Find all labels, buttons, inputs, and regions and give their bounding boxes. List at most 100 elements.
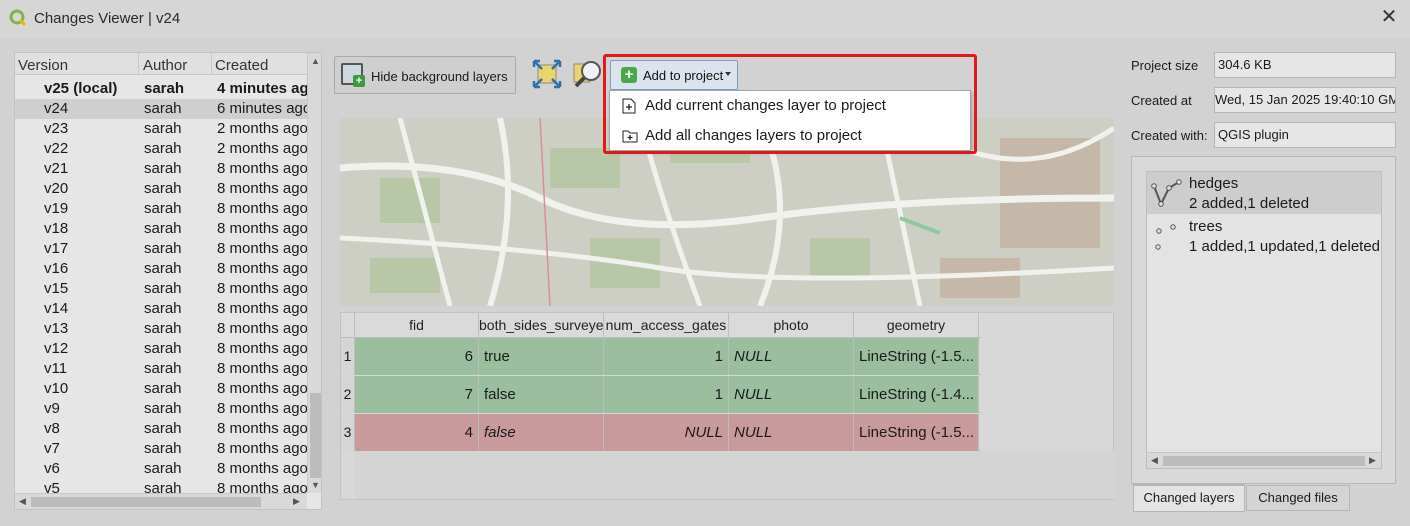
version-row[interactable]: v11 sarah 8 months ago [15, 359, 307, 379]
version-cell-version: v11 [44, 360, 68, 377]
version-row[interactable]: v23 sarah 2 months ago [15, 119, 307, 139]
version-row[interactable]: v16 sarah 8 months ago [15, 259, 307, 279]
cell-both-sides-surveyed[interactable]: false [479, 414, 604, 451]
column-num-access-gates[interactable]: num_access_gates [604, 313, 729, 338]
version-cell-created: 2 months ago [217, 120, 307, 137]
layer-name: trees [1189, 218, 1223, 235]
cell-geometry[interactable]: LineString (-1.5... [854, 338, 979, 375]
version-cell-author: sarah [144, 440, 182, 457]
column-fid[interactable]: fid [355, 313, 479, 338]
scroll-left-icon[interactable]: ◀ [19, 496, 26, 507]
scroll-thumb[interactable] [1163, 456, 1365, 466]
cell-num-access-gates[interactable]: 1 [604, 376, 729, 413]
version-cell-created: 8 months ago [217, 380, 307, 397]
cell-photo[interactable]: NULL [729, 414, 854, 451]
version-cell-author: sarah [144, 220, 182, 237]
qgis-logo-icon [9, 9, 27, 27]
version-row[interactable]: v6 sarah 8 months ago [15, 459, 307, 479]
version-cell-author: sarah [144, 100, 182, 117]
scroll-right-icon[interactable]: ▶ [293, 496, 300, 507]
zoom-full-icon[interactable] [531, 58, 563, 90]
version-row[interactable]: v9 sarah 8 months ago [15, 399, 307, 419]
changed-layers-panel: hedges 2 added,1 deleted trees 1 added,1… [1131, 156, 1396, 484]
column-geometry[interactable]: geometry [854, 313, 979, 338]
created-with-field: QGIS plugin [1214, 122, 1396, 148]
version-row[interactable]: v10 sarah 8 months ago [15, 379, 307, 399]
add-to-project-button[interactable]: + Add to project [610, 60, 738, 90]
cell-fid[interactable]: 4 [355, 414, 479, 451]
cell-both-sides-surveyed[interactable]: false [479, 376, 604, 413]
row-number[interactable]: 3 [341, 414, 355, 451]
attribute-table[interactable]: fid both_sides_surveyed num_access_gates… [340, 312, 1115, 500]
row-number[interactable]: 1 [341, 338, 355, 375]
version-cell-created: 8 months ago [217, 460, 307, 477]
version-cell-version: v22 [44, 140, 69, 157]
scroll-thumb[interactable] [31, 497, 261, 507]
version-cell-version: v18 [44, 220, 69, 237]
version-cell-created: 8 months ago [217, 220, 307, 237]
version-row[interactable]: v25 (local) sarah 4 minutes ago [15, 79, 307, 99]
column-author[interactable]: Author [143, 57, 187, 74]
tab-changed-layers[interactable]: Changed layers [1133, 484, 1245, 512]
cell-fid[interactable]: 6 [355, 338, 479, 375]
table-row[interactable]: 1 6 true 1 NULL LineString (-1.5... [341, 338, 981, 375]
version-row[interactable]: v24 sarah 6 minutes ago [15, 99, 307, 119]
scroll-thumb[interactable] [310, 393, 321, 478]
cell-num-access-gates[interactable]: NULL [604, 414, 729, 451]
version-cell-version: v6 [44, 460, 60, 477]
version-row[interactable]: v18 sarah 8 months ago [15, 219, 307, 239]
version-row[interactable]: v8 sarah 8 months ago [15, 419, 307, 439]
version-row[interactable]: v17 sarah 8 months ago [15, 239, 307, 259]
cell-both-sides-surveyed[interactable]: true [479, 338, 604, 375]
close-icon[interactable]: ✕ [1379, 6, 1399, 28]
scroll-right-icon[interactable]: ▶ [1369, 455, 1376, 466]
menu-item-add-current-layer[interactable]: Add current changes layer to project [610, 91, 970, 121]
version-cell-created: 8 months ago [217, 240, 307, 257]
tab-changed-files[interactable]: Changed files [1246, 485, 1350, 511]
version-row[interactable]: v12 sarah 8 months ago [15, 339, 307, 359]
version-list-hscrollbar[interactable]: ◀ ▶ [15, 493, 307, 509]
version-list-vscrollbar[interactable]: ▲ ▼ [307, 53, 321, 493]
cell-fid[interactable]: 7 [355, 376, 479, 413]
column-created[interactable]: Created [215, 57, 268, 74]
scroll-left-icon[interactable]: ◀ [1151, 455, 1158, 466]
attribute-table-header: fid both_sides_surveyed num_access_gates… [341, 313, 981, 338]
cell-photo[interactable]: NULL [729, 338, 854, 375]
cell-geometry[interactable]: LineString (-1.4... [854, 376, 979, 413]
version-row[interactable]: v15 sarah 8 months ago [15, 279, 307, 299]
version-row[interactable]: v20 sarah 8 months ago [15, 179, 307, 199]
scroll-up-icon[interactable]: ▲ [311, 56, 320, 66]
version-row[interactable]: v13 sarah 8 months ago [15, 319, 307, 339]
layers-hscrollbar[interactable]: ◀ ▶ [1147, 452, 1381, 468]
version-row[interactable]: v7 sarah 8 months ago [15, 439, 307, 459]
version-rows: v25 (local) sarah 4 minutes ago v24 sarah 6 m… [15, 79, 307, 499]
version-row[interactable]: v14 sarah 8 months ago [15, 299, 307, 319]
list-item-hedges[interactable]: hedges 2 added,1 deleted [1147, 172, 1381, 214]
row-number[interactable]: 2 [341, 376, 355, 413]
version-cell-author: sarah [144, 300, 182, 317]
version-cell-version: v19 [44, 200, 69, 217]
version-row[interactable]: v19 sarah 8 months ago [15, 199, 307, 219]
version-cell-version: v17 [44, 240, 69, 257]
changed-layers-list[interactable]: hedges 2 added,1 deleted trees 1 added,1… [1146, 171, 1382, 469]
column-photo[interactable]: photo [729, 313, 854, 338]
version-cell-version: v24 [44, 100, 69, 117]
version-row[interactable]: v21 sarah 8 months ago [15, 159, 307, 179]
table-row[interactable]: 3 4 false NULL NULL LineString (-1.5... [341, 414, 981, 451]
column-both-sides-surveyed[interactable]: both_sides_surveyed [479, 313, 604, 338]
version-row[interactable]: v22 sarah 2 months ago [15, 139, 307, 159]
menu-item-add-all-layers[interactable]: Add all changes layers to project [610, 121, 970, 151]
zoom-to-layer-icon[interactable] [572, 58, 604, 90]
version-cell-created: 8 months ago [217, 360, 307, 377]
version-cell-version: v23 [44, 120, 69, 137]
column-version[interactable]: Version [18, 57, 68, 74]
table-row[interactable]: 2 7 false 1 NULL LineString (-1.4... [341, 376, 981, 413]
list-item-trees[interactable]: trees 1 added,1 updated,1 deleted [1147, 215, 1381, 257]
scroll-down-icon[interactable]: ▼ [311, 480, 320, 490]
version-list[interactable]: Version Author Created v25 (local) sarah 4… [14, 52, 322, 510]
cell-geometry[interactable]: LineString (-1.5... [854, 414, 979, 451]
version-cell-author: sarah [144, 420, 182, 437]
hide-background-layers-button[interactable]: + Hide background layers [334, 56, 516, 94]
cell-num-access-gates[interactable]: 1 [604, 338, 729, 375]
cell-photo[interactable]: NULL [729, 376, 854, 413]
